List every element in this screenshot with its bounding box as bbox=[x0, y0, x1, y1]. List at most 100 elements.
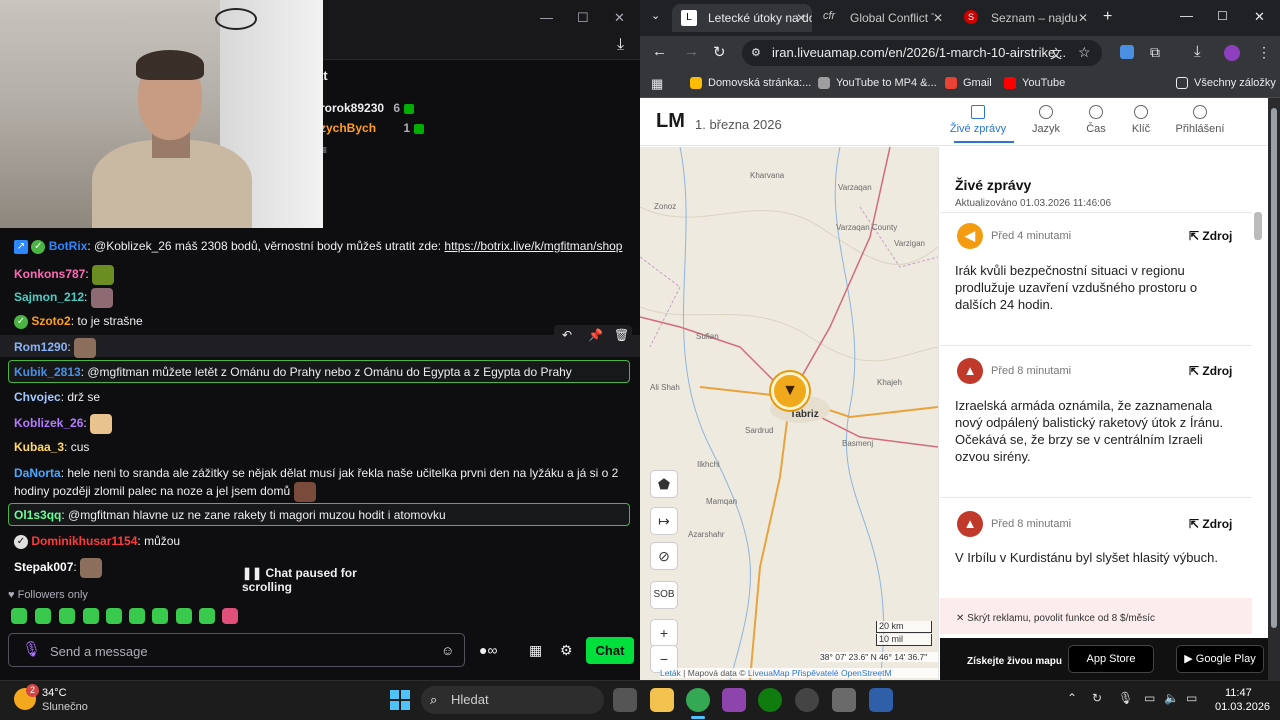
username: Ol1s3qq bbox=[14, 508, 62, 522]
back-icon[interactable]: ← bbox=[652, 43, 667, 60]
chat-send-button[interactable]: Chat bbox=[586, 637, 634, 664]
emote-icon[interactable] bbox=[129, 608, 145, 624]
tray-volume-icon[interactable]: 🔈 bbox=[1164, 691, 1179, 705]
emote-icon[interactable] bbox=[83, 608, 99, 624]
draw-polygon-icon[interactable]: ⬟ bbox=[651, 471, 677, 497]
emote-icon[interactable] bbox=[152, 608, 168, 624]
all-bookmarks-folder[interactable]: Všechny záložky bbox=[1176, 77, 1276, 90]
maximize-icon[interactable]: ☐ bbox=[577, 10, 589, 26]
source-link[interactable]: ⇱ Zdroj bbox=[1189, 364, 1232, 378]
new-tab-icon[interactable]: + bbox=[1103, 8, 1112, 26]
sob-button[interactable]: SOB bbox=[651, 582, 677, 608]
username: Chvojec bbox=[14, 390, 61, 404]
menu-kebab-icon[interactable]: ⋮ bbox=[1257, 44, 1271, 61]
pin-icon[interactable]: 📌 bbox=[588, 328, 603, 342]
nav-key[interactable]: Klíč bbox=[1111, 105, 1171, 135]
minimize-icon[interactable]: — bbox=[540, 10, 553, 25]
weather-temp[interactable]: 34°C bbox=[42, 687, 67, 699]
bookmark-star-icon[interactable]: ☆ bbox=[1078, 44, 1091, 61]
measure-icon[interactable]: ↦ bbox=[651, 508, 677, 534]
nav-login[interactable]: Přihlášení bbox=[1170, 105, 1230, 135]
settings-gear-icon[interactable] bbox=[832, 688, 856, 712]
bookmark-item[interactable]: Domovská stránka:... bbox=[690, 77, 811, 90]
taskbar-search[interactable]: Hledat bbox=[421, 686, 604, 714]
liveuamap-link[interactable]: LiveuaMap bbox=[748, 668, 790, 678]
message-link[interactable]: https://botrix.live/k/mgfitman/shop bbox=[444, 239, 622, 253]
address-bar[interactable]: iran.liveuamap.com/en/2026/1-march-10-ai… bbox=[742, 40, 1102, 66]
minimize-icon[interactable]: — bbox=[1180, 8, 1193, 23]
reply-icon[interactable]: ↶ bbox=[562, 328, 572, 342]
emoji-icon[interactable]: ☺ bbox=[441, 643, 454, 658]
tab-close-icon[interactable]: ✕ bbox=[1078, 11, 1088, 25]
emote-icon[interactable] bbox=[176, 608, 192, 624]
file-explorer-icon[interactable] bbox=[650, 688, 674, 712]
emote-icon[interactable] bbox=[222, 608, 238, 624]
emote-icon[interactable] bbox=[11, 608, 27, 624]
weather-desc[interactable]: Slunečno bbox=[42, 701, 88, 713]
obs-icon[interactable] bbox=[795, 688, 819, 712]
chrome-icon[interactable] bbox=[686, 688, 710, 712]
emote-icon[interactable] bbox=[106, 608, 122, 624]
points-icon[interactable]: ●∞ bbox=[479, 642, 497, 658]
google-play-button[interactable]: ▶ Google Play bbox=[1176, 645, 1264, 673]
bookmark-item[interactable]: YouTube to MP4 &... bbox=[818, 77, 937, 90]
site-info-icon[interactable]: ⚙ bbox=[751, 46, 761, 59]
extensions-puzzle-icon[interactable]: ⧉ bbox=[1150, 44, 1160, 61]
hide-ad-link[interactable]: ✕ Skrýt reklamu, povolit funkce od 8 $/m… bbox=[940, 598, 1252, 634]
translate-icon[interactable]: 文 bbox=[1050, 45, 1062, 62]
app-store-button[interactable]: App Store bbox=[1068, 645, 1154, 673]
reload-icon[interactable]: ↻ bbox=[713, 43, 726, 61]
page-scrollbar[interactable] bbox=[1268, 98, 1280, 680]
settings-gear-icon[interactable]: ⚙ bbox=[560, 642, 573, 659]
tab-search-icon[interactable]: ⌄ bbox=[651, 9, 660, 22]
download-icon[interactable]: ⤓ bbox=[617, 36, 624, 54]
emote-icon[interactable] bbox=[199, 608, 215, 624]
tray-sync-icon[interactable]: ↻ bbox=[1092, 691, 1102, 705]
source-link[interactable]: ⇱ Zdroj bbox=[1189, 229, 1232, 243]
map-view[interactable]: Zonoz Kharvana Varzaqan Varzaqan County … bbox=[640, 147, 938, 680]
tray-overflow-icon[interactable]: ⌃ bbox=[1067, 691, 1077, 705]
maximize-icon[interactable]: ☐ bbox=[1217, 9, 1228, 23]
emote-icon[interactable] bbox=[59, 608, 75, 624]
nav-live-news[interactable]: Živé zprávy bbox=[948, 105, 1008, 135]
card-text[interactable]: Irák kvůli bezpečnostní situaci v region… bbox=[955, 262, 1240, 313]
clock-date[interactable]: 01.03.2026 bbox=[1215, 701, 1270, 713]
zoom-in-button[interactable]: + bbox=[651, 620, 677, 646]
extension-icon[interactable] bbox=[1120, 45, 1134, 59]
clock-time[interactable]: 11:47 bbox=[1225, 687, 1252, 699]
bookmark-item[interactable]: YouTube bbox=[1004, 77, 1065, 90]
start-windows-icon[interactable] bbox=[390, 690, 410, 710]
username: Kubik_2813 bbox=[14, 365, 81, 379]
liveuamap-logo[interactable]: LM bbox=[656, 110, 685, 133]
card-text[interactable]: V Irbílu v Kurdistánu byl slyšet hlasitý… bbox=[955, 549, 1240, 566]
download-icon[interactable]: ⤓ bbox=[1194, 43, 1201, 60]
leaflet-link[interactable]: Leták bbox=[660, 668, 681, 678]
chat-message: Koblizek_26: bbox=[14, 414, 113, 434]
username: DaNorta bbox=[14, 466, 61, 480]
source-link[interactable]: ⇱ Zdroj bbox=[1189, 517, 1232, 531]
delete-icon[interactable]: 🗑 bbox=[614, 328, 629, 342]
emote-icon[interactable] bbox=[35, 608, 51, 624]
close-icon[interactable]: ✕ bbox=[1254, 9, 1265, 25]
bookmark-item[interactable]: Gmail bbox=[945, 77, 992, 90]
task-view-icon[interactable] bbox=[613, 688, 637, 712]
event-marker-icon[interactable]: ▼ bbox=[771, 372, 809, 410]
xbox-icon[interactable] bbox=[758, 688, 782, 712]
tab-close-icon[interactable]: ✕ bbox=[796, 11, 806, 25]
close-icon[interactable]: ✕ bbox=[614, 10, 625, 26]
store-icon[interactable]: ▦ bbox=[529, 642, 542, 659]
tray-battery-icon[interactable]: ▭ bbox=[1186, 691, 1197, 705]
apps-grid-icon[interactable]: ▦ bbox=[651, 76, 663, 92]
card-text[interactable]: Izraelská armáda oznámila, že zaznamenal… bbox=[955, 397, 1240, 465]
tray-network-icon[interactable]: ▭ bbox=[1144, 691, 1155, 705]
app-icon[interactable] bbox=[869, 688, 893, 712]
forward-icon[interactable]: → bbox=[684, 43, 699, 60]
tab-close-icon[interactable]: ✕ bbox=[933, 11, 943, 25]
app-icon[interactable] bbox=[722, 688, 746, 712]
profile-avatar[interactable] bbox=[1224, 45, 1240, 61]
chat-paused-button[interactable]: ❚❚ Chat paused for scrolling bbox=[232, 561, 410, 594]
feed-scrollbar[interactable] bbox=[1254, 212, 1262, 240]
mic-icon[interactable]: 🎙 bbox=[22, 640, 41, 658]
hide-icon[interactable]: ⊘ bbox=[651, 543, 677, 569]
tray-mic-icon[interactable]: 🎙 bbox=[1118, 691, 1133, 705]
